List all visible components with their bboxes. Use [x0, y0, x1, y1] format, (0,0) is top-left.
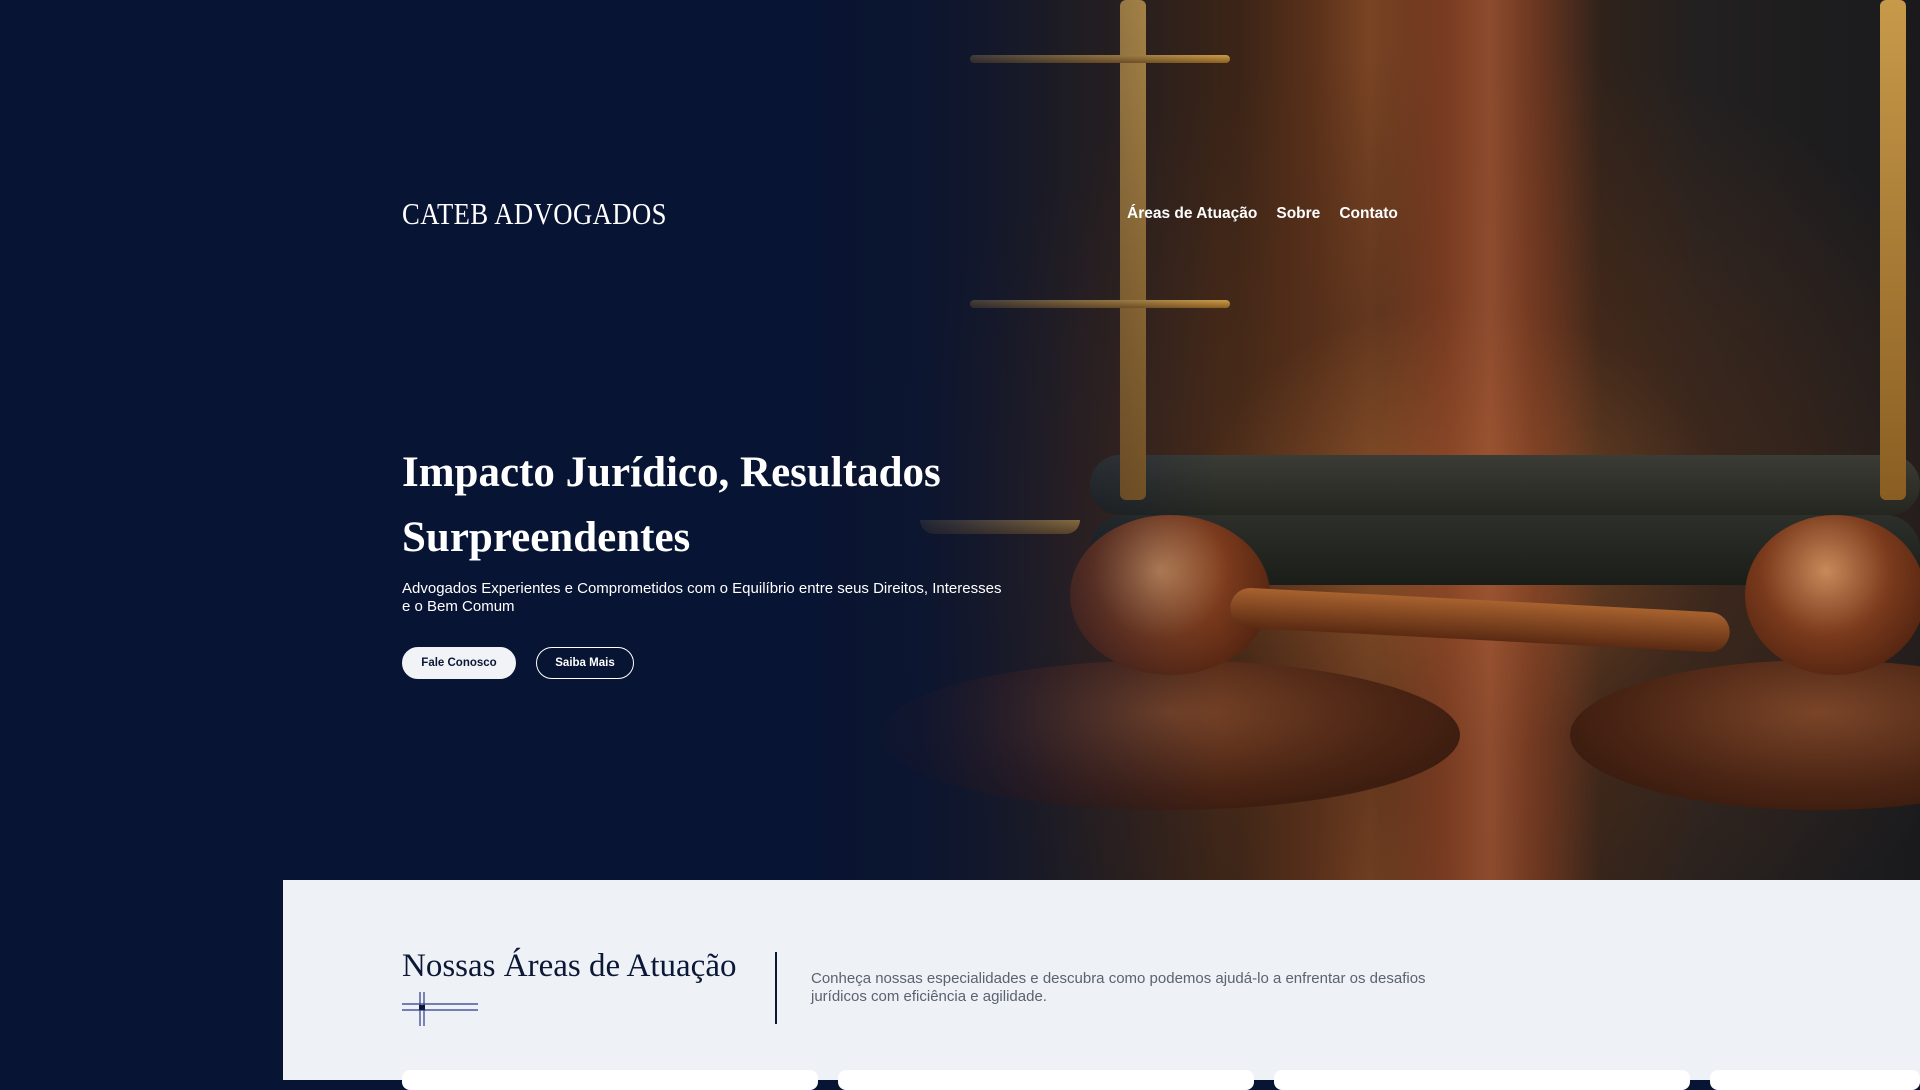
- gavel-sound-block: [1570, 660, 1920, 810]
- hero-subtitle: Advogados Experientes e Comprometidos co…: [402, 580, 1002, 615]
- site-logo[interactable]: CATEB ADVOGADOS: [402, 196, 667, 232]
- decorative-lines-icon: [402, 992, 478, 1026]
- nav-link-sobre[interactable]: Sobre: [1276, 205, 1320, 223]
- practice-areas-section: Nossas Áreas de Atuação Conheça nossas e…: [283, 880, 1920, 1090]
- practice-area-card[interactable]: [1274, 1070, 1690, 1090]
- hero-title: Impacto Jurídico, Resultados Surpreenden…: [402, 449, 941, 561]
- learn-more-button[interactable]: Saiba Mais: [536, 647, 634, 679]
- main-nav: Áreas de Atuação Sobre Contato: [1127, 205, 1398, 223]
- section-divider: [775, 952, 777, 1024]
- nav-link-contato[interactable]: Contato: [1339, 205, 1398, 223]
- section-description: Conheça nossas especialidades e descubra…: [811, 970, 1426, 1005]
- hero-section: CATEB ADVOGADOS Áreas de Atuação Sobre C…: [0, 0, 1920, 880]
- contact-button[interactable]: Fale Conosco: [402, 647, 516, 679]
- scale-post: [1880, 0, 1906, 500]
- practice-area-card[interactable]: [1710, 1070, 1920, 1090]
- section-title: Nossas Áreas de Atuação: [402, 948, 737, 984]
- practice-area-card[interactable]: [402, 1070, 818, 1090]
- gavel-head: [1745, 515, 1920, 675]
- nav-link-areas[interactable]: Áreas de Atuação: [1127, 205, 1257, 223]
- practice-area-card[interactable]: [838, 1070, 1254, 1090]
